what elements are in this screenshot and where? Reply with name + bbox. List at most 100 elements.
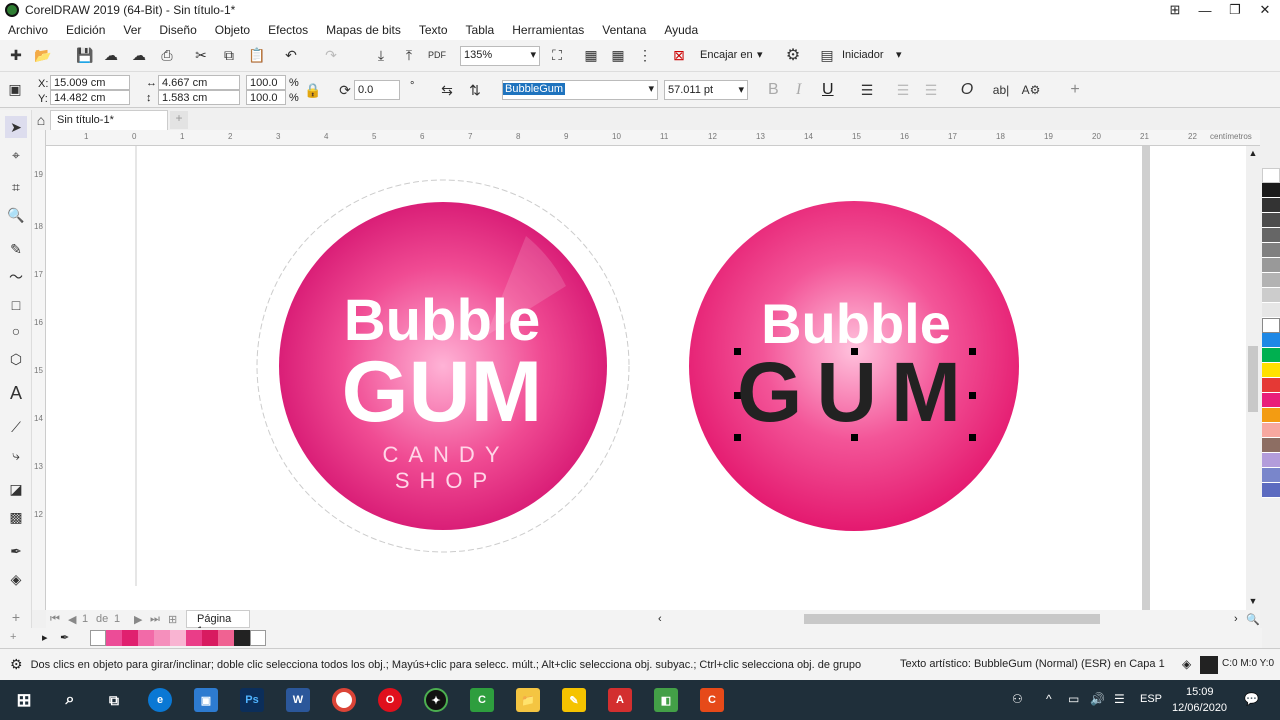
maximize-button[interactable]: ❐ — [1220, 0, 1250, 20]
save-icon[interactable]: 💾 — [74, 44, 96, 66]
store-icon[interactable]: ▣ — [194, 688, 218, 712]
acrobat-icon[interactable]: A — [608, 688, 632, 712]
coreldraw-taskbar-icon[interactable]: ✦ — [424, 688, 448, 712]
clock-date[interactable]: 12/06/2020 — [1172, 702, 1227, 714]
fill-swatch[interactable] — [1200, 656, 1218, 674]
network-icon[interactable]: ▭ — [1068, 692, 1079, 706]
swatch-blue-violet[interactable] — [1262, 483, 1280, 498]
new-document-icon[interactable]: ✚ — [5, 44, 27, 66]
copy-icon[interactable]: ⧉ — [218, 44, 240, 66]
edit-text-icon[interactable]: ab| — [990, 79, 1012, 101]
undo-icon[interactable]: ↶ — [280, 44, 302, 66]
notifications-icon[interactable]: 💬 — [1244, 692, 1259, 706]
import-icon[interactable]: ⤓ — [370, 44, 392, 66]
fullscreen-icon[interactable]: ⊞ — [1160, 0, 1190, 20]
workspace-dropdown[interactable]: Iniciador — [842, 49, 884, 61]
grid-icon[interactable]: ▦ — [607, 44, 629, 66]
minimize-button[interactable]: — — [1190, 0, 1220, 20]
menu-ventana[interactable]: Ventana — [602, 23, 646, 37]
menu-efectos[interactable]: Efectos — [268, 23, 308, 37]
swatch-gray-90[interactable] — [1262, 198, 1280, 213]
swatch-magenta[interactable] — [1262, 393, 1280, 408]
freehand-tool-icon[interactable]: ✎ — [5, 238, 27, 260]
tab-sin-titulo[interactable]: Sin título-1* — [50, 110, 168, 130]
connector-tool-icon[interactable]: ⤷ — [5, 444, 27, 466]
menu-edicion[interactable]: Edición — [66, 23, 105, 37]
horizontal-scroll-thumb[interactable] — [804, 614, 1100, 624]
doc-swatch-pink-5[interactable] — [170, 630, 186, 646]
artistic-media-icon[interactable]: 〜 — [5, 266, 27, 288]
cap-bubble-text[interactable]: Bubble — [336, 292, 548, 350]
doc-swatch-pink-6[interactable] — [186, 630, 202, 646]
menu-objeto[interactable]: Objeto — [215, 23, 250, 37]
last-page-icon[interactable]: ⏭ — [150, 613, 160, 626]
task-view-icon[interactable]: ⧉ — [102, 688, 126, 712]
chrome-icon[interactable] — [332, 688, 356, 712]
scroll-left-icon[interactable]: ‹ — [658, 613, 662, 625]
workspace-chevron-icon[interactable]: ▾ — [896, 48, 902, 61]
zoom-tool-icon[interactable]: 🔍 — [5, 204, 27, 226]
new-tab-icon[interactable]: + — [170, 111, 188, 129]
language-indicator[interactable]: ESP — [1140, 693, 1162, 705]
width-field[interactable]: 4.667 cm — [158, 75, 240, 90]
swatch-lavender[interactable] — [1262, 453, 1280, 468]
eyedropper-icon[interactable]: ✒ — [5, 540, 27, 562]
doc-swatch-white[interactable] — [250, 630, 266, 646]
polygon-tool-icon[interactable]: ⬡ — [5, 348, 27, 370]
sticky-app-icon[interactable]: ✎ — [562, 688, 586, 712]
zoom-navigator-icon[interactable]: 🔍 — [1246, 613, 1260, 626]
color-palette[interactable] — [1262, 168, 1280, 648]
palette-eyedropper-icon[interactable]: ✒ — [60, 631, 69, 644]
pdf-icon[interactable]: PDF — [426, 44, 448, 66]
photoshop-icon[interactable]: Ps — [240, 688, 264, 712]
swatch-gray-10[interactable] — [1262, 303, 1280, 318]
options-gear-icon[interactable]: ⚙ — [782, 44, 804, 66]
shape-tool-icon[interactable]: ⌖ — [5, 144, 27, 166]
snap-off-icon[interactable]: ⊠ — [668, 44, 690, 66]
rulers-icon[interactable]: ▦ — [580, 44, 602, 66]
prev-page-icon[interactable]: ◀ — [68, 613, 76, 626]
add-tool-icon[interactable]: + — [5, 606, 27, 628]
palette-add-icon[interactable]: + — [10, 631, 16, 643]
height-field[interactable]: 1.583 cm — [158, 90, 240, 105]
scroll-thumb[interactable] — [1248, 346, 1258, 412]
swatch-gray-30[interactable] — [1262, 273, 1280, 288]
swatch-blue[interactable] — [1262, 333, 1280, 348]
doc-swatch-none[interactable] — [90, 630, 106, 646]
scroll-down-icon[interactable]: ▼ — [1246, 596, 1260, 606]
doc-swatch-pink-3[interactable] — [138, 630, 154, 646]
ellipse-tool-icon[interactable]: ○ — [5, 320, 27, 342]
swatch-white[interactable] — [1262, 318, 1280, 333]
text-properties-icon[interactable]: A⚙ — [1020, 79, 1042, 101]
vertical-scrollbar[interactable]: ▲ ▼ — [1246, 146, 1260, 610]
swatch-gray-80[interactable] — [1262, 213, 1280, 228]
home-icon[interactable]: ⌂ — [30, 110, 52, 130]
swatch-black[interactable] — [1262, 183, 1280, 198]
corel-green-icon[interactable]: C — [470, 688, 494, 712]
full-screen-icon[interactable]: ⛶ — [546, 44, 568, 66]
edge-browser-icon[interactable]: e — [148, 688, 172, 712]
mirror-vertical-icon[interactable]: ⇅ — [464, 79, 486, 101]
scroll-right-icon[interactable]: › — [1234, 613, 1238, 625]
doc-swatch-pink-7[interactable] — [202, 630, 218, 646]
swatch-gray-40[interactable] — [1262, 258, 1280, 273]
text-alignment-icon[interactable]: ☰ — [856, 79, 878, 101]
vertical-ruler[interactable]: 19 18 17 16 15 14 13 12 — [32, 130, 46, 610]
swatch-gray-70[interactable] — [1262, 228, 1280, 243]
cap-gum-text[interactable]: GUM — [326, 349, 558, 435]
windows-start-icon[interactable]: ⊞ — [12, 688, 36, 712]
swatch-green[interactable] — [1262, 348, 1280, 363]
cloud-upload-icon[interactable]: ☁ — [100, 44, 122, 66]
object-origin-icon[interactable]: ▣ — [4, 78, 26, 100]
cloud-icon[interactable]: ☁ — [128, 44, 150, 66]
menu-ayuda[interactable]: Ayuda — [664, 23, 698, 37]
font-size-select[interactable]: 57.011 pt ▾ — [664, 80, 748, 100]
add-page-icon[interactable]: ⊞ — [168, 613, 177, 626]
open-folder-icon[interactable]: 📂 — [32, 44, 54, 66]
bullet-list-icon[interactable]: ☰ — [892, 79, 914, 101]
italic-button[interactable]: I — [796, 81, 801, 99]
menu-mapas-de-bits[interactable]: Mapas de bits — [326, 23, 401, 37]
swatch-salmon[interactable] — [1262, 423, 1280, 438]
menu-diseno[interactable]: Diseño — [159, 23, 196, 37]
transparency-icon[interactable]: ▩ — [5, 506, 27, 528]
